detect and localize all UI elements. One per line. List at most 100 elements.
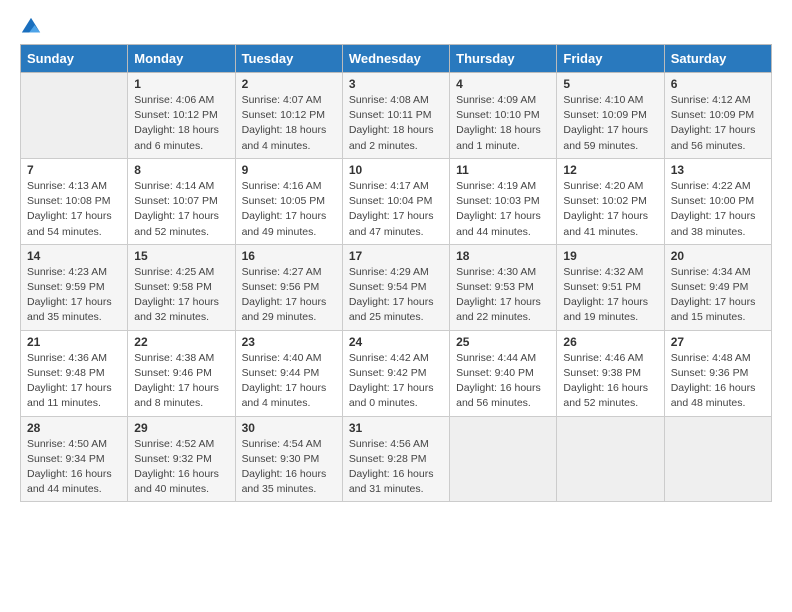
day-number: 23 [242, 335, 336, 349]
day-info: Sunrise: 4:19 AM Sunset: 10:03 PM Daylig… [456, 179, 550, 240]
calendar-cell: 28Sunrise: 4:50 AM Sunset: 9:34 PM Dayli… [21, 416, 128, 502]
day-number: 9 [242, 163, 336, 177]
day-number: 8 [134, 163, 228, 177]
day-number: 12 [563, 163, 657, 177]
calendar-cell: 15 Sunrise: 4:25 AM Sunset: 9:58 PM Dayli… [128, 244, 235, 330]
calendar-cell: 31Sunrise: 4:56 AM Sunset: 9:28 PM Dayli… [342, 416, 449, 502]
day-info: Sunrise: 4:54 AM Sunset: 9:30 PM Dayligh… [242, 437, 336, 498]
logo [20, 16, 46, 38]
day-header-friday: Friday [557, 45, 664, 73]
day-info: Sunrise: 4:17 AM Sunset: 10:04 PM Daylig… [349, 179, 443, 240]
calendar-cell: 8Sunrise: 4:14 AM Sunset: 10:07 PM Dayli… [128, 158, 235, 244]
day-info: Sunrise: 4:06 AM Sunset: 10:12 PM Daylig… [134, 93, 228, 154]
day-info: Sunrise: 4:40 AM Sunset: 9:44 PM Dayligh… [242, 351, 336, 412]
calendar-cell: 29 Sunrise: 4:52 AM Sunset: 9:32 PM Dayli… [128, 416, 235, 502]
calendar-cell: 2 Sunrise: 4:07 AM Sunset: 10:12 PM Dayli… [235, 73, 342, 159]
day-number: 3 [349, 77, 443, 91]
day-header-tuesday: Tuesday [235, 45, 342, 73]
calendar-cell: 18 Sunrise: 4:30 AM Sunset: 9:53 PM Dayli… [450, 244, 557, 330]
day-header-monday: Monday [128, 45, 235, 73]
calendar-table: SundayMondayTuesdayWednesdayThursdayFrid… [20, 44, 772, 502]
day-header-wednesday: Wednesday [342, 45, 449, 73]
calendar-week-row: 21Sunrise: 4:36 AM Sunset: 9:48 PM Dayli… [21, 330, 772, 416]
day-info: Sunrise: 4:20 AM Sunset: 10:02 PM Daylig… [563, 179, 657, 240]
day-number: 7 [27, 163, 121, 177]
day-number: 26 [563, 335, 657, 349]
day-info: Sunrise: 4:23 AM Sunset: 9:59 PM Dayligh… [27, 265, 121, 326]
day-number: 19 [563, 249, 657, 263]
day-number: 29 [134, 421, 228, 435]
calendar-cell: 26 Sunrise: 4:46 AM Sunset: 9:38 PM Dayli… [557, 330, 664, 416]
calendar-cell: 5 Sunrise: 4:10 AM Sunset: 10:09 PM Dayli… [557, 73, 664, 159]
day-number: 27 [671, 335, 765, 349]
day-number: 5 [563, 77, 657, 91]
calendar-cell: 3 Sunrise: 4:08 AM Sunset: 10:11 PM Dayli… [342, 73, 449, 159]
day-info: Sunrise: 4:42 AM Sunset: 9:42 PM Dayligh… [349, 351, 443, 412]
calendar-week-row: 1 Sunrise: 4:06 AM Sunset: 10:12 PM Dayli… [21, 73, 772, 159]
day-number: 30 [242, 421, 336, 435]
day-info: Sunrise: 4:30 AM Sunset: 9:53 PM Dayligh… [456, 265, 550, 326]
calendar-cell: 6 Sunrise: 4:12 AM Sunset: 10:09 PM Dayli… [664, 73, 771, 159]
day-info: Sunrise: 4:09 AM Sunset: 10:10 PM Daylig… [456, 93, 550, 154]
day-number: 4 [456, 77, 550, 91]
calendar-cell: 17Sunrise: 4:29 AM Sunset: 9:54 PM Dayli… [342, 244, 449, 330]
day-header-sunday: Sunday [21, 45, 128, 73]
logo-icon [20, 16, 42, 38]
day-number: 13 [671, 163, 765, 177]
day-info: Sunrise: 4:16 AM Sunset: 10:05 PM Daylig… [242, 179, 336, 240]
calendar-cell: 1 Sunrise: 4:06 AM Sunset: 10:12 PM Dayli… [128, 73, 235, 159]
calendar-cell: 30 Sunrise: 4:54 AM Sunset: 9:30 PM Dayli… [235, 416, 342, 502]
calendar-cell: 7 Sunrise: 4:13 AM Sunset: 10:08 PM Dayli… [21, 158, 128, 244]
day-number: 15 [134, 249, 228, 263]
calendar-cell: 25Sunrise: 4:44 AM Sunset: 9:40 PM Dayli… [450, 330, 557, 416]
day-header-saturday: Saturday [664, 45, 771, 73]
calendar-cell: 9 Sunrise: 4:16 AM Sunset: 10:05 PM Dayli… [235, 158, 342, 244]
calendar-cell: 11 Sunrise: 4:19 AM Sunset: 10:03 PM Dayl… [450, 158, 557, 244]
day-info: Sunrise: 4:48 AM Sunset: 9:36 PM Dayligh… [671, 351, 765, 412]
calendar-cell: 16 Sunrise: 4:27 AM Sunset: 9:56 PM Dayli… [235, 244, 342, 330]
calendar-cell: 20 Sunrise: 4:34 AM Sunset: 9:49 PM Dayli… [664, 244, 771, 330]
day-info: Sunrise: 4:25 AM Sunset: 9:58 PM Dayligh… [134, 265, 228, 326]
calendar-cell: 27 Sunrise: 4:48 AM Sunset: 9:36 PM Dayli… [664, 330, 771, 416]
day-number: 11 [456, 163, 550, 177]
calendar-cell: 12 Sunrise: 4:20 AM Sunset: 10:02 PM Dayl… [557, 158, 664, 244]
calendar-cell: 19 Sunrise: 4:32 AM Sunset: 9:51 PM Dayli… [557, 244, 664, 330]
day-number: 16 [242, 249, 336, 263]
day-info: Sunrise: 4:27 AM Sunset: 9:56 PM Dayligh… [242, 265, 336, 326]
day-info: Sunrise: 4:34 AM Sunset: 9:49 PM Dayligh… [671, 265, 765, 326]
calendar-cell: 21Sunrise: 4:36 AM Sunset: 9:48 PM Dayli… [21, 330, 128, 416]
day-number: 1 [134, 77, 228, 91]
day-info: Sunrise: 4:07 AM Sunset: 10:12 PM Daylig… [242, 93, 336, 154]
day-number: 25 [456, 335, 550, 349]
day-number: 6 [671, 77, 765, 91]
day-info: Sunrise: 4:52 AM Sunset: 9:32 PM Dayligh… [134, 437, 228, 498]
calendar-cell [21, 73, 128, 159]
calendar-cell [450, 416, 557, 502]
calendar-cell: 4 Sunrise: 4:09 AM Sunset: 10:10 PM Dayli… [450, 73, 557, 159]
calendar-week-row: 14 Sunrise: 4:23 AM Sunset: 9:59 PM Dayli… [21, 244, 772, 330]
calendar-cell: 22Sunrise: 4:38 AM Sunset: 9:46 PM Dayli… [128, 330, 235, 416]
day-info: Sunrise: 4:12 AM Sunset: 10:09 PM Daylig… [671, 93, 765, 154]
calendar-cell: 14 Sunrise: 4:23 AM Sunset: 9:59 PM Dayli… [21, 244, 128, 330]
day-number: 14 [27, 249, 121, 263]
calendar-cell: 23 Sunrise: 4:40 AM Sunset: 9:44 PM Dayli… [235, 330, 342, 416]
day-info: Sunrise: 4:50 AM Sunset: 9:34 PM Dayligh… [27, 437, 121, 498]
day-info: Sunrise: 4:32 AM Sunset: 9:51 PM Dayligh… [563, 265, 657, 326]
day-number: 20 [671, 249, 765, 263]
day-info: Sunrise: 4:10 AM Sunset: 10:09 PM Daylig… [563, 93, 657, 154]
calendar-cell [664, 416, 771, 502]
day-info: Sunrise: 4:38 AM Sunset: 9:46 PM Dayligh… [134, 351, 228, 412]
day-number: 21 [27, 335, 121, 349]
calendar-cell: 10 Sunrise: 4:17 AM Sunset: 10:04 PM Dayl… [342, 158, 449, 244]
day-info: Sunrise: 4:56 AM Sunset: 9:28 PM Dayligh… [349, 437, 443, 498]
day-number: 24 [349, 335, 443, 349]
day-number: 18 [456, 249, 550, 263]
day-number: 2 [242, 77, 336, 91]
calendar-cell: 13Sunrise: 4:22 AM Sunset: 10:00 PM Dayl… [664, 158, 771, 244]
calendar-cell [557, 416, 664, 502]
day-number: 10 [349, 163, 443, 177]
day-info: Sunrise: 4:08 AM Sunset: 10:11 PM Daylig… [349, 93, 443, 154]
day-info: Sunrise: 4:13 AM Sunset: 10:08 PM Daylig… [27, 179, 121, 240]
page-header [20, 16, 772, 38]
day-info: Sunrise: 4:46 AM Sunset: 9:38 PM Dayligh… [563, 351, 657, 412]
